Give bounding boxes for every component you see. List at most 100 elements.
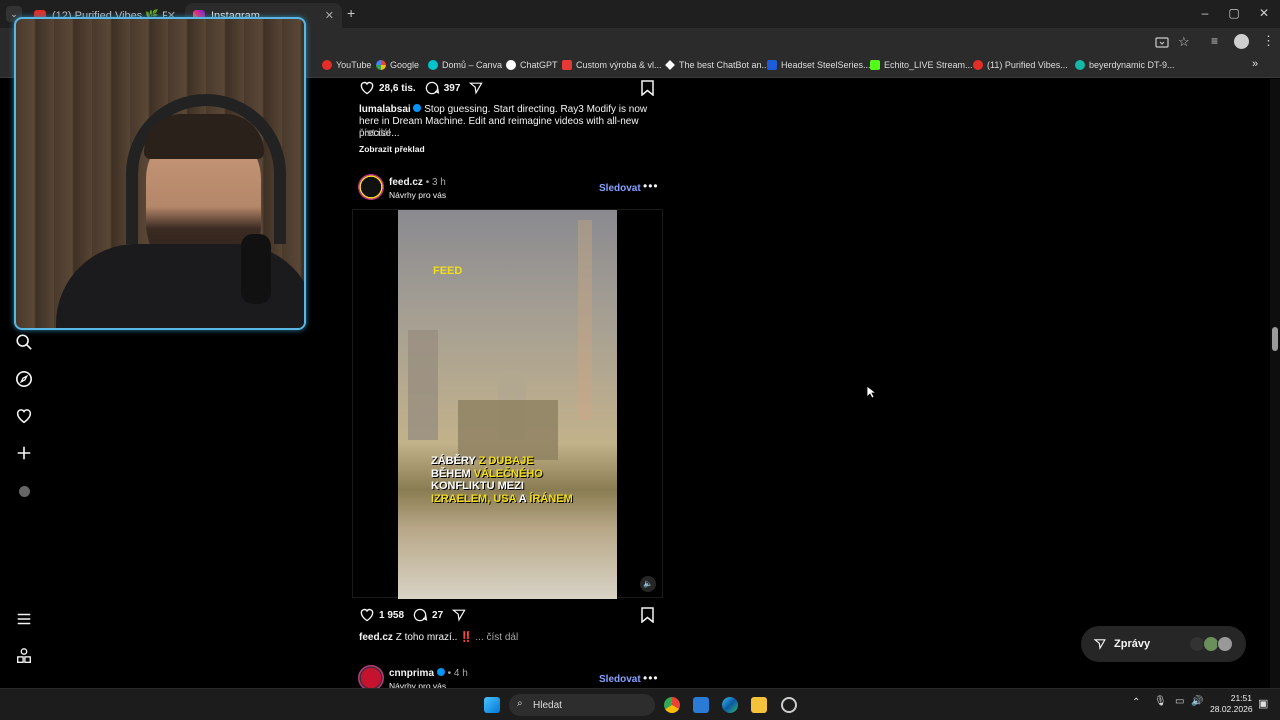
youtube-icon [973, 60, 983, 70]
new-tab-button[interactable]: + [347, 5, 355, 21]
chevron-up-icon[interactable]: ⌃ [1132, 697, 1140, 708]
post2-more-options-icon[interactable]: ••• [643, 179, 659, 193]
clock-time: 21:51 [1230, 693, 1252, 703]
volume-icon[interactable]: 🔊 [1191, 696, 1203, 707]
nav-also-from-meta[interactable] [14, 646, 34, 666]
media-control-icon[interactable]: ≡ [1211, 34, 1218, 48]
diamond-icon [665, 60, 675, 70]
bookmark-label: Headset SteelSeries... [781, 60, 871, 70]
taskbar-search[interactable]: ⌕ Hledat [509, 694, 655, 716]
clock-date: 28.02.2026 [1210, 704, 1253, 714]
bookmark-label: Domů – Canva [442, 60, 503, 70]
bookmark-purified-vibes[interactable]: (11) Purified Vibes... [973, 60, 1068, 70]
post3-follow-button[interactable]: Sledovat [599, 674, 641, 685]
microphone-icon[interactable]: 🎙 [1154, 696, 1167, 707]
video-overlay-text: ZÁBĚRY Z DUBAJE BĚHEM VÁLEČNÉHO KONFLIKT… [431, 455, 573, 505]
bookmark-youtube[interactable]: YouTube [322, 60, 371, 70]
page-scrollbar[interactable] [1270, 79, 1280, 688]
share-icon[interactable] [468, 80, 484, 96]
bookmark-label: YouTube [336, 60, 372, 70]
messages-label: Zprávy [1114, 638, 1151, 650]
nav-explore[interactable] [14, 369, 34, 389]
post1-translate-link[interactable]: Zobrazit překlad [359, 143, 425, 155]
nav-notifications[interactable] [14, 406, 34, 426]
more-bookmarks-button[interactable]: » [1252, 58, 1258, 70]
google-icon [376, 60, 386, 70]
post1-caption: lumalabsai Stop guessing. Start directin… [359, 104, 659, 140]
nav-create[interactable] [14, 443, 34, 463]
bookmark-kick[interactable]: Echito_LIVE Stream... [870, 60, 973, 70]
post3-header: cnnprima • 4 h [389, 668, 468, 680]
share-icon[interactable] [451, 607, 467, 623]
verified-badge-icon [413, 104, 422, 112]
bookmark-chatgpt[interactable]: ChatGPT [506, 60, 558, 70]
post2-follow-button[interactable]: Sledovat [599, 183, 641, 194]
post2-time: • 3 h [425, 177, 446, 188]
bookmark-steelseries[interactable]: Headset SteelSeries... [767, 60, 871, 70]
post2-like-count[interactable]: 1 958 [379, 610, 404, 621]
post1-comment-count[interactable]: 397 [444, 83, 461, 94]
post1-read-more[interactable]: číst dál [359, 128, 391, 140]
messages-button[interactable]: Zprávy [1081, 626, 1246, 662]
notifications-icon[interactable]: ▣ [1258, 697, 1268, 710]
post3-more-options-icon[interactable]: ••• [643, 671, 659, 685]
like-heart-icon[interactable] [359, 607, 375, 623]
bookmark-beyerdynamic[interactable]: beyerdynamic DT-9... [1075, 60, 1175, 70]
bookmark-label: ChatGPT [520, 60, 558, 70]
post2-read-more[interactable]: ... číst dál [475, 632, 518, 643]
post2-comment-count[interactable]: 27 [432, 610, 443, 621]
post2-caption-emoji: ‼️ [460, 632, 473, 643]
network-icon[interactable]: ▭ [1175, 696, 1184, 707]
post3-author[interactable]: cnnprima [389, 668, 434, 679]
nav-profile[interactable] [14, 481, 34, 501]
post1-author[interactable]: lumalabsai [359, 104, 411, 115]
profile-avatar[interactable] [1234, 34, 1249, 49]
minimize-button[interactable]: – [1195, 6, 1215, 20]
close-icon[interactable]: ✕ [325, 9, 334, 22]
profile-avatar [18, 485, 30, 497]
video-skyline [458, 400, 558, 460]
menu-icon[interactable]: ⋮ [1262, 33, 1275, 49]
overlay-line-2: BĚHEM VÁLEČNÉHO [431, 468, 573, 481]
taskbar-clock[interactable]: 21:51 28.02.2026 [1210, 693, 1253, 715]
nav-more[interactable] [14, 609, 34, 629]
app-icon[interactable] [781, 697, 797, 713]
install-app-icon[interactable] [1155, 35, 1169, 49]
bookmark-star-icon[interactable]: ☆ [1178, 34, 1190, 50]
close-window-button[interactable]: ✕ [1254, 6, 1274, 20]
comment-icon[interactable] [424, 80, 440, 96]
edge-icon[interactable] [722, 697, 738, 713]
message-avatars [1189, 636, 1239, 652]
post1-like-count[interactable]: 28,6 tis. [379, 83, 416, 94]
youtube-icon [322, 60, 332, 70]
bookmark-custom-vyroba[interactable]: Custom výroba & vl... [562, 60, 662, 70]
post2-avatar[interactable] [358, 174, 384, 200]
paper-plane-icon [1093, 639, 1106, 650]
compass-icon [15, 370, 33, 388]
comment-icon[interactable] [412, 607, 428, 623]
store-icon[interactable] [693, 697, 709, 713]
post2-caption-author[interactable]: feed.cz [359, 632, 393, 643]
post3-avatar[interactable] [358, 665, 384, 688]
scrollbar-thumb[interactable] [1272, 327, 1278, 351]
bookmark-canva[interactable]: Domů – Canva [428, 60, 502, 70]
kick-icon [870, 60, 880, 70]
post2-video[interactable]: FEED ZÁBĚRY Z DUBAJE BĚHEM VÁLEČNÉHO KON… [352, 209, 663, 599]
webcam-overlay [14, 17, 306, 330]
nav-search[interactable] [14, 332, 34, 352]
save-bookmark-icon[interactable] [640, 607, 655, 623]
save-bookmark-icon[interactable] [640, 80, 655, 96]
file-explorer-icon[interactable] [751, 697, 767, 713]
mute-toggle-button[interactable]: 🔈 [640, 576, 656, 592]
steelseries-icon [767, 60, 777, 70]
like-heart-icon[interactable] [359, 80, 375, 96]
post2-author[interactable]: feed.cz [389, 177, 423, 188]
windows-start-icon[interactable] [484, 697, 500, 713]
bookmark-chatbot[interactable]: The best ChatBot an... [665, 60, 769, 70]
hamburger-menu-icon [17, 613, 31, 625]
bookmark-google[interactable]: Google [376, 60, 419, 70]
post2-caption: feed.cz Z toho mrazí.. ‼️ ... číst dál [359, 632, 518, 644]
bookmark-label: Custom výroba & vl... [576, 60, 662, 70]
chrome-icon[interactable] [664, 697, 680, 713]
maximize-button[interactable]: ▢ [1224, 6, 1244, 20]
